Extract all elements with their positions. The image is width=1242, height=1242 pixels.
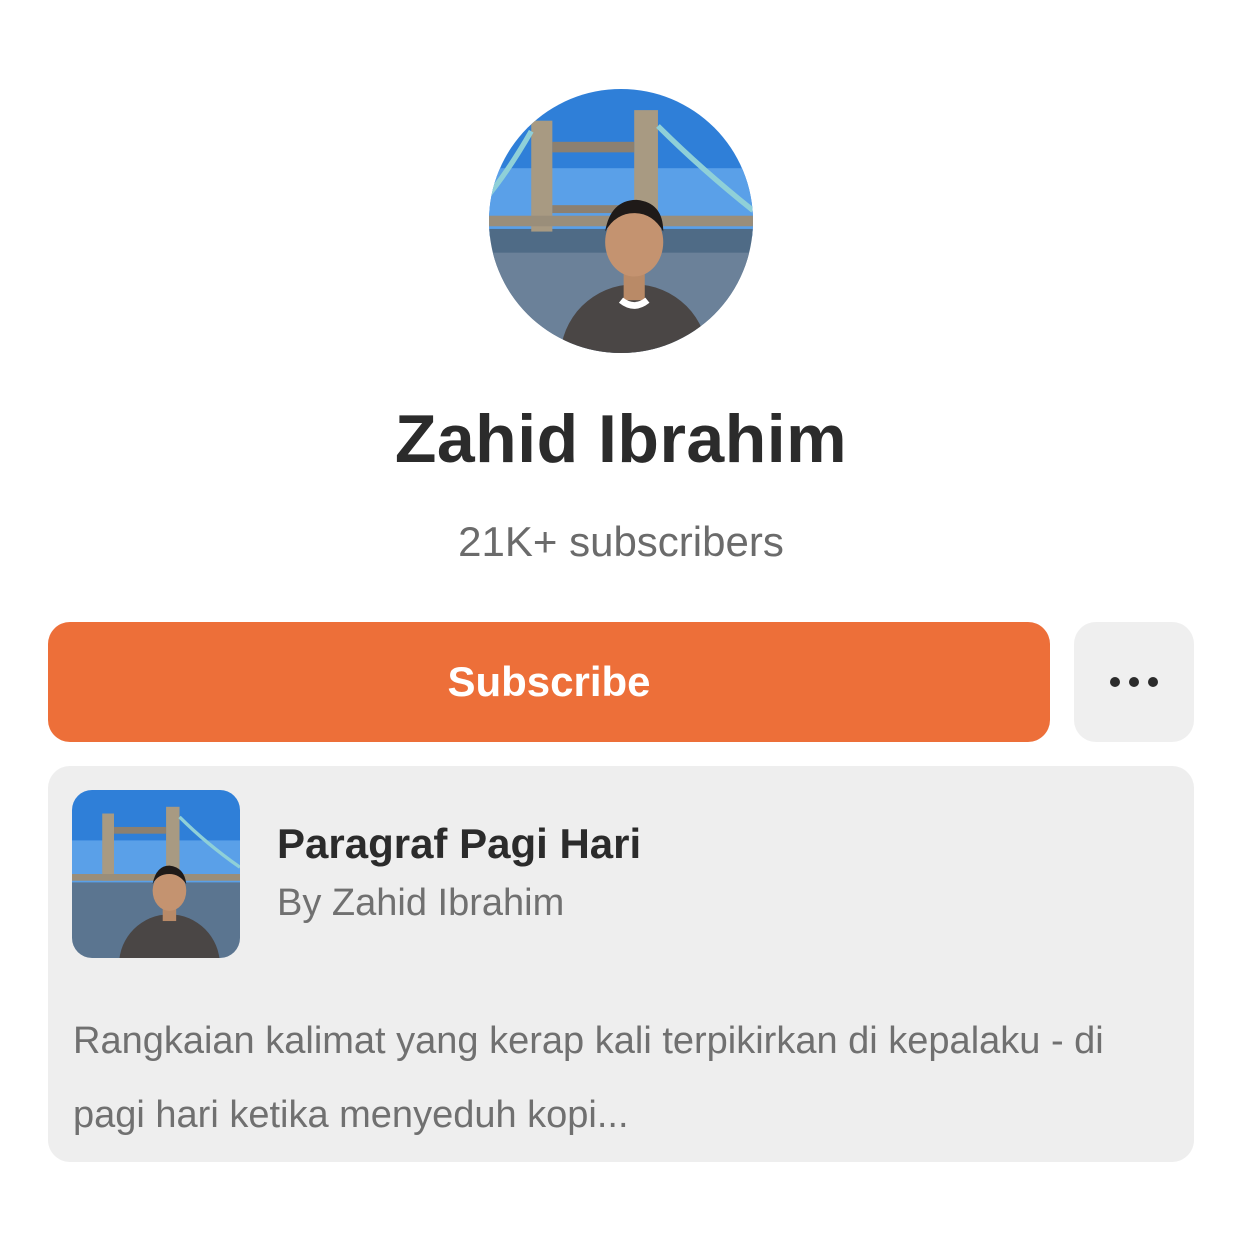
- more-horizontal-icon: [1110, 677, 1158, 687]
- publication-title: Paragraf Pagi Hari: [277, 820, 642, 867]
- subscriber-count: 21K+ subscribers: [458, 518, 784, 565]
- profile-page: Zahid Ibrahim 21K+ subscribers Subscribe: [0, 0, 1242, 1242]
- thumbnail-photo: [72, 790, 240, 958]
- publication-card[interactable]: Paragraf Pagi Hari By Zahid Ibrahim Rang…: [48, 766, 1194, 1162]
- publication-description: Rangkaian kalimat yang kerap kali terpik…: [73, 1020, 1104, 1136]
- profile-avatar[interactable]: [489, 89, 753, 353]
- avatar-photo: [489, 89, 753, 353]
- more-options-button[interactable]: [1074, 622, 1194, 742]
- publication-thumbnail: [72, 790, 240, 958]
- publication-author: By Zahid Ibrahim: [277, 882, 565, 924]
- profile-name: Zahid Ibrahim: [394, 401, 848, 477]
- subscribe-button[interactable]: Subscribe: [48, 622, 1050, 742]
